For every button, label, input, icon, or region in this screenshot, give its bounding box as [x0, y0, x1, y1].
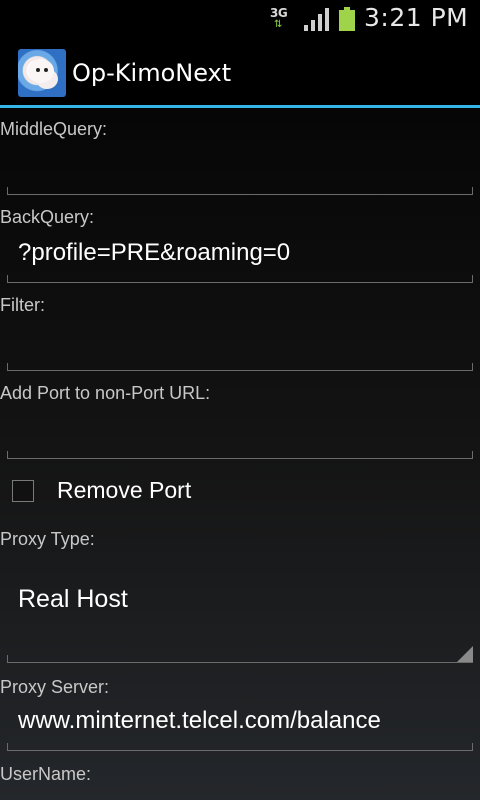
- field-underline-left: [7, 451, 8, 459]
- proxy-server-input[interactable]: www.minternet.telcel.com/balance: [7, 695, 473, 751]
- field-underline-left: [7, 187, 8, 195]
- network-type-label: 3G: [270, 6, 288, 20]
- settings-form: MiddleQuery: BackQuery: ?profile=PRE&roa…: [0, 108, 480, 800]
- middle-query-input[interactable]: [7, 139, 473, 195]
- field-underline-right: [472, 363, 473, 371]
- proxy-type-spinner[interactable]: Real Host: [7, 563, 473, 663]
- add-port-label: Add Port to non-Port URL:: [0, 383, 211, 403]
- field-underline-left: [7, 275, 8, 283]
- app-icon[interactable]: [18, 49, 66, 97]
- status-time: 3:21 PM: [364, 3, 469, 32]
- proxy-server-value: www.minternet.telcel.com/balance: [18, 707, 381, 734]
- battery-icon: [339, 7, 355, 31]
- back-query-value: ?profile=PRE&roaming=0: [18, 239, 291, 266]
- dog-photo: [28, 59, 54, 83]
- action-bar: Op-KimoNext: [0, 38, 480, 105]
- filter-label: Filter:: [0, 295, 45, 315]
- field-underline: [7, 282, 473, 283]
- field-underline-right: [472, 743, 473, 751]
- remove-port-checkbox[interactable]: [12, 480, 34, 502]
- spinner-underline: [7, 662, 473, 663]
- status-bar: 3G ⇅ 3:21 PM: [0, 0, 480, 38]
- spinner-underline-left: [7, 655, 8, 663]
- add-port-input[interactable]: [7, 403, 473, 459]
- field-underline: [7, 370, 473, 371]
- remove-port-row[interactable]: Remove Port: [0, 470, 480, 518]
- dog-eye-left: [36, 68, 40, 72]
- username-label: UserName:: [0, 764, 92, 784]
- filter-input[interactable]: [7, 315, 473, 371]
- data-activity-icon: ⇅: [274, 19, 283, 30]
- dropdown-corner-icon: [457, 646, 473, 662]
- proxy-type-label: Proxy Type:: [0, 529, 95, 549]
- remove-port-label: Remove Port: [57, 477, 192, 503]
- back-query-label: BackQuery:: [0, 207, 95, 227]
- field-underline: [7, 194, 473, 195]
- field-underline: [7, 750, 473, 751]
- middle-query-label: MiddleQuery:: [0, 119, 108, 139]
- field-underline-left: [7, 743, 8, 751]
- field-underline-left: [7, 363, 8, 371]
- field-underline-right: [472, 187, 473, 195]
- field-underline-right: [472, 451, 473, 459]
- dog-eye-right: [44, 68, 48, 72]
- signal-bars-icon: [304, 8, 329, 31]
- field-underline-right: [472, 275, 473, 283]
- back-query-input[interactable]: ?profile=PRE&roaming=0: [7, 227, 473, 283]
- proxy-type-selected: Real Host: [18, 585, 128, 613]
- app-title: Op-KimoNext: [72, 59, 232, 87]
- network-3g-icon: 3G ⇅: [270, 6, 292, 32]
- field-underline: [7, 458, 473, 459]
